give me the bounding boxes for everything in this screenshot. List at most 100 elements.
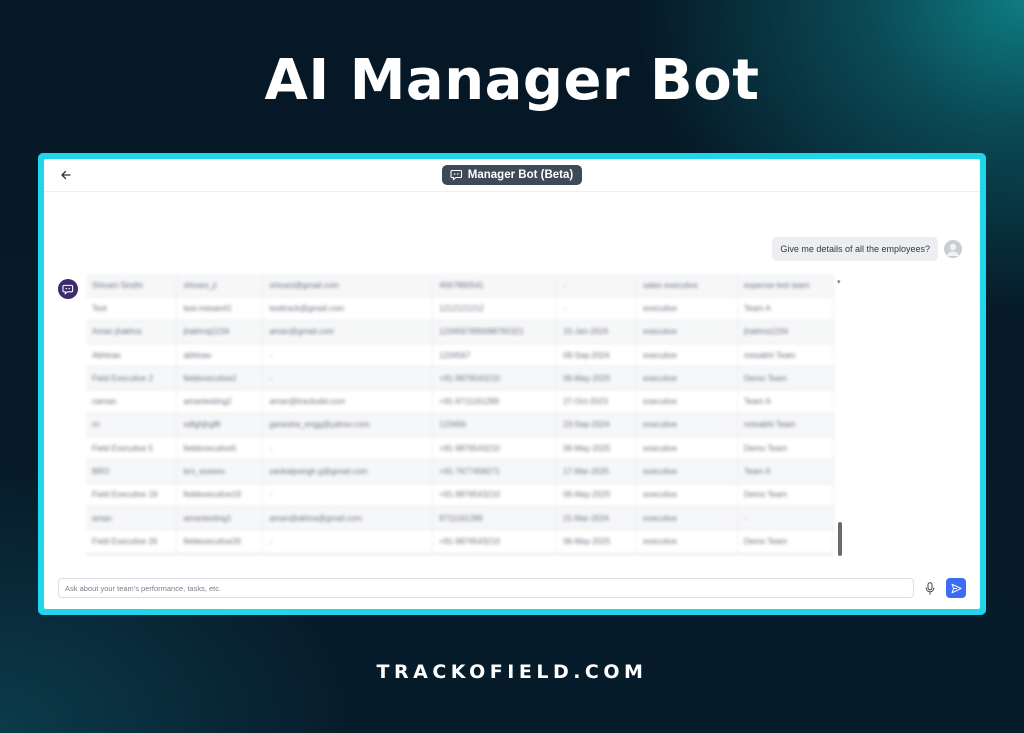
table-row: Test test-mesan41 testtrack@gmail.com 12121…: [86, 296, 834, 321]
table-cell: 1234567: [432, 343, 558, 368]
table-cell: -: [262, 366, 434, 391]
table-cell: aman: [86, 506, 178, 531]
table-cell: executive: [636, 436, 739, 461]
table-cell: executive: [636, 366, 739, 391]
table-cell: Abhinav: [86, 343, 178, 368]
table-cell: 06-May-2025: [556, 483, 638, 507]
table-cell: naman: [86, 389, 178, 414]
table-cell: jhakhraj1234: [176, 320, 264, 344]
table-cell: expense test team: [737, 274, 834, 298]
table-cell: amantesting2: [176, 389, 264, 414]
table-cell: -: [262, 483, 434, 507]
table-cell: Demo Team: [737, 366, 834, 391]
table-row: naman amantesting2 aman@tracbuild.com +91-9…: [86, 389, 834, 414]
table-cell: Field Executive 5: [86, 436, 178, 461]
arrow-left-icon: [61, 170, 71, 180]
table-cell: -: [262, 529, 434, 554]
employee-table: Shivani Sindhi shivani_ji shivani@gmail.co…: [86, 274, 834, 556]
table-cell: aman@gmail.com: [262, 320, 434, 344]
table-cell: Test: [86, 296, 178, 321]
mic-button[interactable]: [922, 578, 938, 598]
table-cell: shivani@gmail.com: [262, 274, 434, 298]
microphone-icon: [925, 581, 935, 595]
table-cell: sankalpsingh.g@gmail.com: [262, 459, 434, 484]
table-cell: ganesha_engg@yahoo.com: [262, 413, 434, 438]
table-cell: noisabhi Team: [737, 413, 834, 438]
table-cell: -: [737, 506, 834, 531]
table-cell: sales executive: [636, 274, 739, 298]
table-cell: -: [556, 296, 638, 321]
bot-avatar: [58, 279, 78, 299]
employee-table-container: Shivani Sindhi shivani_ji shivani@gmail.co…: [86, 274, 834, 556]
chat-bot-icon: [450, 169, 462, 181]
table-cell: -: [262, 343, 434, 368]
table-cell: +91-9876543210: [432, 436, 558, 461]
chat-input[interactable]: [58, 578, 914, 598]
table-scrollbar[interactable]: ▾: [837, 278, 843, 558]
table-row: aman amantesting1 aman@akhra@gmail.com 9711…: [86, 506, 834, 531]
table-cell: fieldexecutive2: [176, 366, 264, 391]
table-cell: executive: [636, 343, 739, 368]
chevron-down-icon: ▾: [837, 279, 841, 286]
table-cell: noisabhi Team: [737, 343, 834, 368]
table-cell: Team A: [737, 389, 834, 414]
table-cell: +91-9876543210: [432, 529, 558, 554]
table-row: Field Executive 19 fieldexecutive19- +91-9…: [86, 483, 834, 507]
table-row: Mudit Chhikaramudit_chhikaramudit.chhika…: [86, 553, 834, 556]
scrollbar-thumb[interactable]: [838, 522, 842, 556]
table-cell: Team A: [737, 459, 834, 484]
table-row: rrr sdfghjhgf8 ganesha_engg@yahoo.com 12345…: [86, 413, 834, 438]
table-cell: +91-9876543210: [432, 483, 558, 507]
table-cell: executive: [636, 459, 739, 484]
table-cell: Demo Team: [737, 529, 834, 554]
table-cell: 23-Sep-2024: [556, 413, 638, 438]
table-cell: aman@tracbuild.com: [262, 389, 434, 414]
table-cell: 06-May-2025: [556, 529, 638, 554]
table-cell: executive: [636, 413, 739, 438]
send-icon: [951, 583, 961, 593]
table-cell: Mudit Chhikara: [86, 553, 178, 556]
table-cell: executive: [636, 483, 739, 507]
table-cell: Team A: [737, 296, 834, 321]
table-cell: +91-9711161289: [432, 389, 558, 414]
table-cell: Field Executive 19: [86, 483, 178, 507]
table-cell: Demo Team: [737, 483, 834, 507]
table-cell: executive: [636, 506, 739, 531]
table-row: BRO bro_essees sankalpsingh.g@gmail.com +91…: [86, 459, 834, 484]
user-message-row: Give me details of all the employees?: [772, 237, 962, 261]
table-cell: amantesting1: [176, 506, 264, 531]
table-cell: 15-Jan-2024: [556, 320, 638, 344]
table-cell: executive: [636, 320, 739, 344]
table-cell: executive: [636, 389, 739, 414]
table-cell: Aman jhakhra: [86, 320, 178, 344]
table-cell: 21-Mar-2024: [556, 506, 638, 531]
table-cell: -: [262, 436, 434, 461]
bot-title-pill: Manager Bot (Beta): [441, 165, 583, 185]
bot-title: Manager Bot (Beta): [467, 169, 574, 181]
table-cell: abhinav: [176, 343, 264, 368]
table-cell: executive: [636, 296, 739, 321]
table-cell: bro_essees: [176, 459, 264, 484]
table-cell: 17-Mar-2025: [556, 459, 638, 484]
table-cell: 8888821377: [432, 553, 558, 556]
table-cell: sdfghjhgf8: [176, 413, 264, 438]
table-cell: sales executive: [636, 553, 739, 556]
table-cell: 123456: [432, 413, 558, 438]
table-row: Field Executive 26 fieldexecutive26- +91-9…: [86, 529, 834, 554]
table-row: Shivani Sindhi shivani_ji shivani@gmail.co…: [86, 274, 834, 298]
table-cell: testtrack@gmail.com: [262, 296, 434, 321]
table-cell: Field Executive 2: [86, 366, 178, 391]
send-button[interactable]: [946, 578, 966, 598]
table-cell: shivani_ji: [176, 274, 264, 298]
table-cell: jhakhra1234: [737, 320, 834, 344]
table-cell: -: [556, 274, 638, 298]
table-row: Field Executive 2 fieldexecutive2- +91-987…: [86, 366, 834, 391]
table-cell: 06-May-2025: [556, 436, 638, 461]
table-cell: BRO: [86, 459, 178, 484]
chat-header: Manager Bot (Beta): [44, 159, 980, 192]
table-cell: executive: [636, 529, 739, 554]
user-avatar: [944, 240, 962, 258]
table-row: Aman jhakhra jhakhraj1234 aman@gmail.com 12…: [86, 320, 834, 344]
back-button[interactable]: [56, 165, 76, 185]
chat-bot-icon: [62, 284, 74, 295]
